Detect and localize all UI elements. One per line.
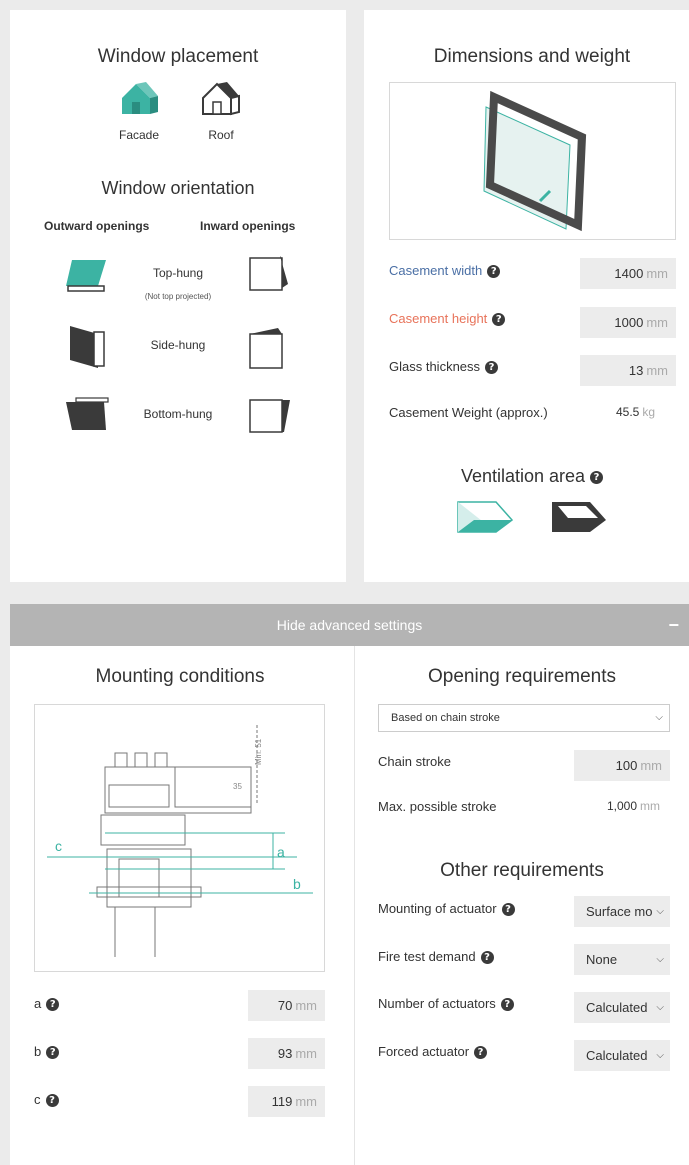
- top-hung-note: (Not top projected): [144, 292, 212, 301]
- casement-width-label: Casement width?: [389, 263, 501, 279]
- bottom-hung-label: Bottom-hung: [143, 407, 213, 421]
- inward-header: Inward openings: [200, 219, 296, 233]
- outward-header: Outward openings: [44, 219, 150, 233]
- help-icon[interactable]: ?: [480, 951, 494, 965]
- help-icon[interactable]: ?: [45, 1094, 59, 1108]
- ventilation-inward-icon[interactable]: [550, 500, 608, 534]
- chevron-down-icon: ⌵: [656, 906, 664, 917]
- hide-advanced-settings-bar[interactable]: Hide advanced settings −: [10, 604, 689, 646]
- help-icon[interactable]: ?: [492, 313, 506, 327]
- opening-title: Opening requirements: [428, 666, 616, 687]
- diagram-label-dim: 35: [233, 782, 242, 791]
- casement-weight-label: Casement Weight (approx.): [389, 405, 548, 420]
- forced-actuator-label: Forced actuator?: [378, 1044, 488, 1060]
- help-icon[interactable]: ?: [485, 361, 499, 375]
- collapse-icon[interactable]: −: [668, 604, 679, 646]
- top-hung-inward-icon[interactable]: [248, 254, 292, 294]
- chain-stroke-label: Chain stroke: [378, 754, 451, 769]
- ventilation-title: Ventilation area?: [364, 466, 689, 487]
- profile-diagram: c a b Min. 51 35: [34, 704, 325, 972]
- roof-house-icon: [201, 80, 241, 116]
- side-hung-inward-icon[interactable]: [248, 326, 292, 372]
- diagram-label-a: a: [277, 844, 285, 860]
- chevron-down-icon: ⌵: [655, 712, 663, 723]
- side-hung-label: Side-hung: [150, 338, 206, 352]
- casement-height-label: Casement height?: [389, 311, 506, 327]
- diagram-label-min: Min. 51: [254, 738, 263, 765]
- chevron-down-icon: ⌵: [656, 1050, 664, 1061]
- help-icon[interactable]: ?: [487, 265, 501, 279]
- number-actuators-select[interactable]: Calculated ⌵: [574, 992, 670, 1023]
- a-label: a?: [34, 996, 60, 1012]
- glass-thickness-label: Glass thickness?: [389, 359, 499, 375]
- dimensions-title: Dimensions and weight: [433, 46, 631, 67]
- mounting-title: Mounting conditions: [95, 666, 265, 687]
- fire-test-label: Fire test demand?: [378, 949, 494, 965]
- dimensions-panel: Dimensions and weight Casement width? 14…: [364, 10, 689, 582]
- facade-label: Facade: [118, 128, 160, 142]
- bottom-hung-inward-icon[interactable]: [248, 396, 292, 436]
- c-field[interactable]: 119 mm: [248, 1086, 325, 1117]
- chain-stroke-field[interactable]: 100 mm: [574, 750, 670, 781]
- forced-actuator-select[interactable]: Calculated ⌵: [574, 1040, 670, 1071]
- side-hung-outward-icon[interactable]: [68, 324, 108, 370]
- mounting-actuator-select[interactable]: Surface mo ⌵: [574, 896, 670, 927]
- orientation-title: Window orientation: [101, 178, 255, 198]
- roof-label: Roof: [208, 128, 234, 142]
- mounting-panel: Mounting conditions c a b Min. 51 35 a ?…: [10, 646, 354, 1165]
- max-stroke-label: Max. possible stroke: [378, 799, 497, 814]
- help-icon[interactable]: ?: [501, 903, 515, 917]
- b-label: b?: [34, 1044, 60, 1060]
- roof-option[interactable]: Roof: [196, 80, 246, 156]
- mounting-actuator-label: Mounting of actuator?: [378, 901, 515, 917]
- diagram-label-b: b: [293, 876, 301, 892]
- help-icon[interactable]: ?: [500, 998, 514, 1012]
- max-stroke-value: 1,000 mm: [607, 799, 661, 813]
- b-field[interactable]: 93 mm: [248, 1038, 325, 1069]
- top-hung-outward-icon[interactable]: [64, 256, 108, 292]
- casement-height-field[interactable]: 1000 mm: [580, 307, 676, 338]
- ventilation-outward-icon[interactable]: [456, 500, 514, 534]
- facade-house-icon: [120, 80, 160, 116]
- facade-option[interactable]: Facade: [114, 80, 164, 156]
- help-icon[interactable]: ?: [46, 1046, 60, 1060]
- a-field[interactable]: 70 mm: [248, 990, 325, 1021]
- window-preview: [389, 82, 676, 240]
- other-requirements-title: Other requirements: [440, 860, 604, 881]
- opening-panel: Opening requirements Based on chain stro…: [355, 646, 689, 1165]
- top-hung-label: Top-hung: [152, 266, 204, 280]
- c-label: c?: [34, 1092, 59, 1108]
- fire-test-select[interactable]: None ⌵: [574, 944, 670, 975]
- casement-width-field[interactable]: 1400 mm: [580, 258, 676, 289]
- help-icon[interactable]: ?: [474, 1046, 488, 1060]
- chevron-down-icon: ⌵: [656, 954, 664, 965]
- bottom-hung-outward-icon[interactable]: [64, 396, 110, 432]
- help-icon[interactable]: ?: [590, 470, 604, 484]
- chevron-down-icon: ⌵: [656, 1002, 664, 1013]
- number-actuators-label: Number of actuators?: [378, 996, 514, 1012]
- help-icon[interactable]: ?: [46, 998, 60, 1012]
- casement-weight-value: 45.5 kg: [616, 405, 656, 419]
- diagram-label-c: c: [55, 838, 62, 854]
- placement-panel: Window placement Facade Roof Window orie…: [10, 10, 346, 582]
- glass-thickness-field[interactable]: 13 mm: [580, 355, 676, 386]
- placement-title: Window placement: [97, 46, 259, 67]
- hide-advanced-label: Hide advanced settings: [276, 617, 423, 633]
- opening-mode-select[interactable]: Based on chain stroke ⌵: [378, 704, 670, 732]
